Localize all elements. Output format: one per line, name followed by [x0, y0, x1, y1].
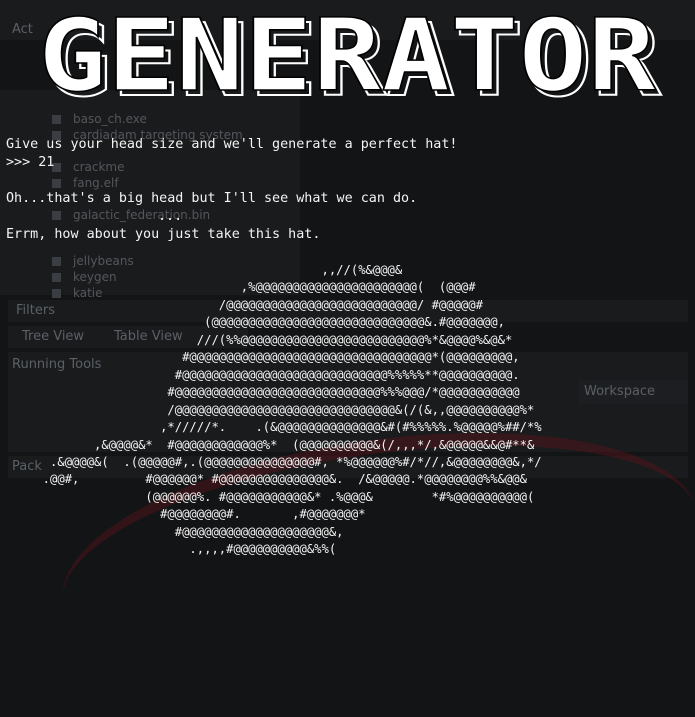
- title-text: GENERATOR: [38, 0, 657, 114]
- hat-art-line: #@@@@@@@@@@@@@@@@@@@@@@@@@@@@%%%@@@/*@@@…: [6, 385, 520, 400]
- hat-art-line: #@@@@@@@@#. ,#@@@@@@@*: [6, 507, 366, 522]
- hat-art-line: #@@@@@@@@@@@@@@@@@@@@@@@@@@@@%%%%%**@@@@…: [6, 367, 520, 382]
- hat-art-line: /@@@@@@@@@@@@@@@@@@@@@@@@@@@@@@&(/(&,,@@…: [6, 402, 535, 417]
- hat-art-line: (@@@@@@%. #@@@@@@@@@@@&* .%@@@& *#%@@@@@…: [6, 489, 535, 504]
- hat-art-line: ///(%%@@@@@@@@@@@@@@@@@@@@@@@@@%*&@@@@%&…: [6, 332, 513, 347]
- prompt-intro: Give us your head size and we'll generat…: [6, 137, 458, 152]
- prompt-input: >>> 21: [6, 155, 55, 170]
- background-file-row: fang.elf: [52, 176, 119, 190]
- hat-art-line: .@@#, #@@@@@@* #@@@@@@@@@@@@@@@&. /&@@@@…: [6, 472, 527, 487]
- hat-art-line: (@@@@@@@@@@@@@@@@@@@@@@@@@@@@@&.#@@@@@@@…: [6, 315, 505, 330]
- hat-art-line: .&@@@@&( .(@@@@@#,.(@@@@@@@@@@@@@@@#, *%…: [6, 454, 542, 469]
- hat-art-line: .,,,,#@@@@@@@@@@&%%(: [6, 542, 337, 557]
- hat-ascii-art: ,,//(%&@@@& ,%@@@@@@@@@@@@@@@@@@@@@@( (@…: [6, 262, 542, 559]
- hat-art-line: ,,//(%&@@@&: [6, 263, 403, 277]
- title-banner-graphic: GENERATOR GENERATOR: [37, 0, 663, 120]
- hat-art-line: #@@@@@@@@@@@@@@@@@@@@&,: [6, 524, 344, 539]
- hat-art-line: ,&@@@@&* #@@@@@@@@@@@@%* (@@@@@@@@@@&(/,…: [6, 437, 535, 452]
- background-file-row: crackme: [52, 160, 125, 174]
- background-panel-workspace: [578, 380, 688, 404]
- hat-art-line: /@@@@@@@@@@@@@@@@@@@@@@@@@@/ #@@@@@#: [6, 297, 483, 312]
- background-label-workspace: Workspace: [584, 384, 656, 399]
- hat-art-line: ,*/////*. .(&@@@@@@@@@@@@@@&#(#%%%%%.%@@…: [6, 420, 542, 435]
- hat-art-line: ,%@@@@@@@@@@@@@@@@@@@@@@( (@@@#: [6, 280, 476, 295]
- response-take-hat: Errm, how about you just take this hat.: [6, 227, 321, 242]
- response-big-head: Oh...that's a big head but I'll see what…: [6, 191, 418, 206]
- response-ellipsis: ...: [158, 209, 183, 224]
- hat-art-line: #@@@@@@@@@@@@@@@@@@@@@@@@@@@@@@@@@*(@@@@…: [6, 350, 520, 365]
- background-file-row: galactic_federation.bin: [52, 208, 210, 222]
- title-banner: GENERATOR GENERATOR: [0, 0, 695, 120]
